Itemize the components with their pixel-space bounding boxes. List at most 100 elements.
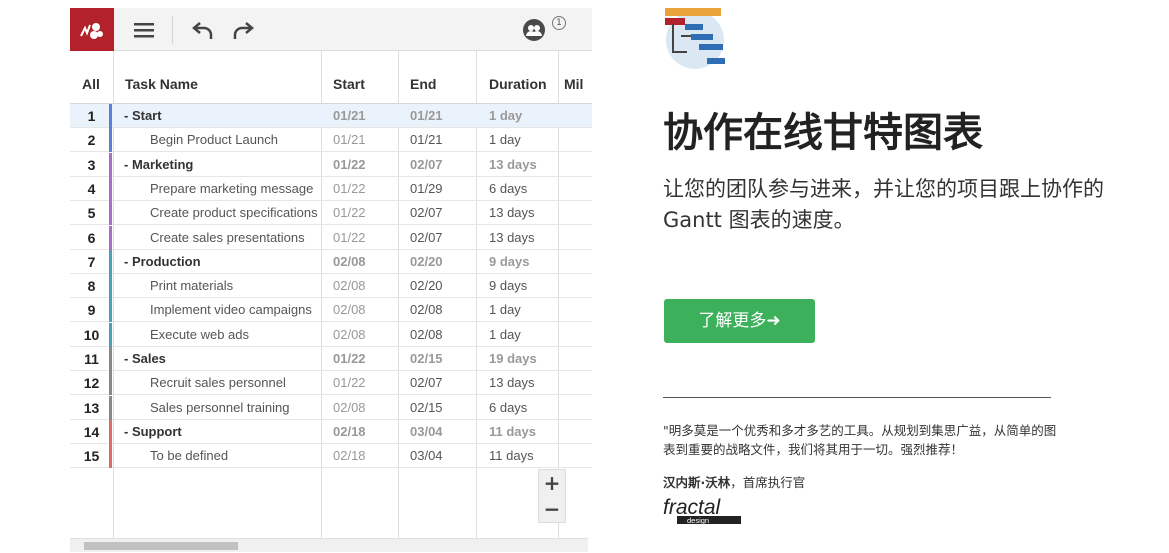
start-date[interactable]: 02/08	[333, 396, 366, 420]
end-date[interactable]: 02/08	[410, 298, 443, 322]
row-number: 2	[87, 132, 96, 149]
task-name[interactable]: Create product specifications	[150, 201, 318, 225]
end-date[interactable]: 02/07	[410, 371, 443, 395]
end-date[interactable]: 01/21	[410, 128, 443, 152]
duration[interactable]: 9 days	[489, 250, 529, 274]
end-date[interactable]: 02/07	[410, 153, 443, 177]
group-row[interactable]: 14 - Support 02/18 03/04 11 days	[70, 419, 592, 444]
start-date[interactable]: 02/18	[333, 444, 366, 468]
task-row[interactable]: 6 Create sales presentations 01/22 02/07 13 …	[70, 225, 592, 250]
start-date[interactable]: 02/08	[333, 298, 366, 322]
end-date[interactable]: 02/08	[410, 323, 443, 347]
task-name[interactable]: - Production	[124, 250, 201, 274]
task-name[interactable]: Recruit sales personnel	[150, 371, 286, 395]
duration[interactable]: 13 days	[489, 371, 535, 395]
gantt-app: 1 All Task Name Start End Duration Mil 1…	[70, 8, 592, 553]
row-number: 10	[83, 326, 100, 343]
end-date[interactable]: 03/04	[410, 444, 443, 468]
duration[interactable]: 9 days	[489, 274, 527, 298]
task-name[interactable]: Print materials	[150, 274, 233, 298]
end-date[interactable]: 02/20	[410, 274, 443, 298]
scrollbar-thumb[interactable]	[84, 542, 238, 550]
task-row[interactable]: 5 Create product specifications 01/22 02/07…	[70, 201, 592, 226]
end-date[interactable]: 02/15	[410, 347, 443, 371]
task-name[interactable]: Create sales presentations	[150, 226, 305, 250]
horizontal-scrollbar[interactable]	[70, 538, 588, 552]
undo-icon[interactable]	[190, 17, 216, 43]
start-date[interactable]: 01/22	[333, 347, 366, 371]
task-name[interactable]: - Start	[124, 104, 162, 128]
hamburger-menu-icon[interactable]	[131, 17, 157, 43]
duration[interactable]: 11 days	[489, 444, 534, 468]
task-row[interactable]: 10 Execute web ads 02/08 02/08 1 day	[70, 322, 592, 347]
end-date[interactable]: 03/04	[410, 420, 443, 444]
task-row[interactable]: 8 Print materials 02/08 02/20 9 days	[70, 274, 592, 299]
app-logo-icon[interactable]	[70, 8, 114, 51]
start-date[interactable]: 01/22	[333, 371, 366, 395]
task-name[interactable]: - Support	[124, 420, 182, 444]
task-name[interactable]: Begin Product Launch	[150, 128, 278, 152]
zoom-in-button[interactable]: +	[539, 470, 565, 496]
duration[interactable]: 6 days	[489, 177, 527, 201]
zoom-out-button[interactable]: −	[539, 496, 565, 522]
start-date[interactable]: 02/08	[333, 274, 366, 298]
users-icon[interactable]	[522, 18, 546, 42]
end-date[interactable]: 02/15	[410, 396, 443, 420]
group-row[interactable]: 7 - Production 02/08 02/20 9 days	[70, 249, 592, 274]
end-date[interactable]: 01/29	[410, 177, 443, 201]
duration[interactable]: 6 days	[489, 396, 527, 420]
task-row[interactable]: 12 Recruit sales personnel 01/22 02/07 13 da…	[70, 371, 592, 396]
header-duration[interactable]: Duration	[489, 64, 547, 104]
start-date[interactable]: 01/22	[333, 177, 366, 201]
header-milestone[interactable]: Mil	[564, 64, 583, 104]
start-date[interactable]: 02/08	[333, 323, 366, 347]
grid-header: All Task Name Start End Duration Mil	[70, 64, 592, 104]
start-date[interactable]: 01/22	[333, 201, 366, 225]
task-name[interactable]: To be defined	[150, 444, 228, 468]
group-row[interactable]: 1 - Start 01/21 01/21 1 day	[70, 104, 592, 128]
duration[interactable]: 1 day	[489, 104, 522, 128]
end-date[interactable]: 01/21	[410, 104, 443, 128]
promo-headline: 协作在线甘特图表	[663, 110, 983, 156]
header-task-name[interactable]: Task Name	[125, 64, 198, 104]
start-date[interactable]: 01/21	[333, 104, 366, 128]
duration[interactable]: 13 days	[489, 226, 535, 250]
duration[interactable]: 13 days	[489, 153, 537, 177]
duration[interactable]: 11 days	[489, 420, 536, 444]
header-all[interactable]: All	[82, 64, 100, 104]
header-end[interactable]: End	[410, 64, 436, 104]
task-name[interactable]: Implement video campaigns	[150, 298, 312, 322]
task-row[interactable]: 2 Begin Product Launch 01/21 01/21 1 day	[70, 128, 592, 153]
group-color-bar	[109, 104, 112, 128]
group-color-bar	[109, 152, 112, 177]
end-date[interactable]: 02/07	[410, 226, 443, 250]
header-start[interactable]: Start	[333, 64, 365, 104]
end-date[interactable]: 02/20	[410, 250, 443, 274]
group-row[interactable]: 11 - Sales 01/22 02/15 19 days	[70, 347, 592, 371]
group-color-bar	[109, 298, 112, 323]
duration[interactable]: 1 day	[489, 323, 521, 347]
start-date[interactable]: 01/22	[333, 226, 366, 250]
start-date[interactable]: 01/21	[333, 128, 366, 152]
learn-more-button[interactable]: 了解更多➜	[664, 299, 815, 343]
group-row[interactable]: 3 - Marketing 01/22 02/07 13 days	[70, 152, 592, 177]
redo-icon[interactable]	[230, 17, 256, 43]
duration[interactable]: 1 day	[489, 298, 521, 322]
task-name[interactable]: - Sales	[124, 347, 166, 371]
task-row[interactable]: 9 Implement video campaigns 02/08 02/08 1 da…	[70, 298, 592, 323]
start-date[interactable]: 01/22	[333, 153, 366, 177]
task-row[interactable]: 4 Prepare marketing message 01/22 01/29 6 da…	[70, 176, 592, 201]
duration[interactable]: 19 days	[489, 347, 537, 371]
start-date[interactable]: 02/18	[333, 420, 366, 444]
duration[interactable]: 1 day	[489, 128, 521, 152]
start-date[interactable]: 02/08	[333, 250, 366, 274]
task-name[interactable]: Execute web ads	[150, 323, 249, 347]
duration[interactable]: 13 days	[489, 201, 535, 225]
group-color-bar	[109, 322, 112, 347]
task-name[interactable]: Prepare marketing message	[150, 177, 313, 201]
task-row[interactable]: 15 To be defined 02/18 03/04 11 days	[70, 444, 592, 469]
task-row[interactable]: 13 Sales personnel training 02/08 02/15 6 da…	[70, 395, 592, 420]
task-name[interactable]: Sales personnel training	[150, 396, 289, 420]
task-name[interactable]: - Marketing	[124, 153, 193, 177]
end-date[interactable]: 02/07	[410, 201, 443, 225]
